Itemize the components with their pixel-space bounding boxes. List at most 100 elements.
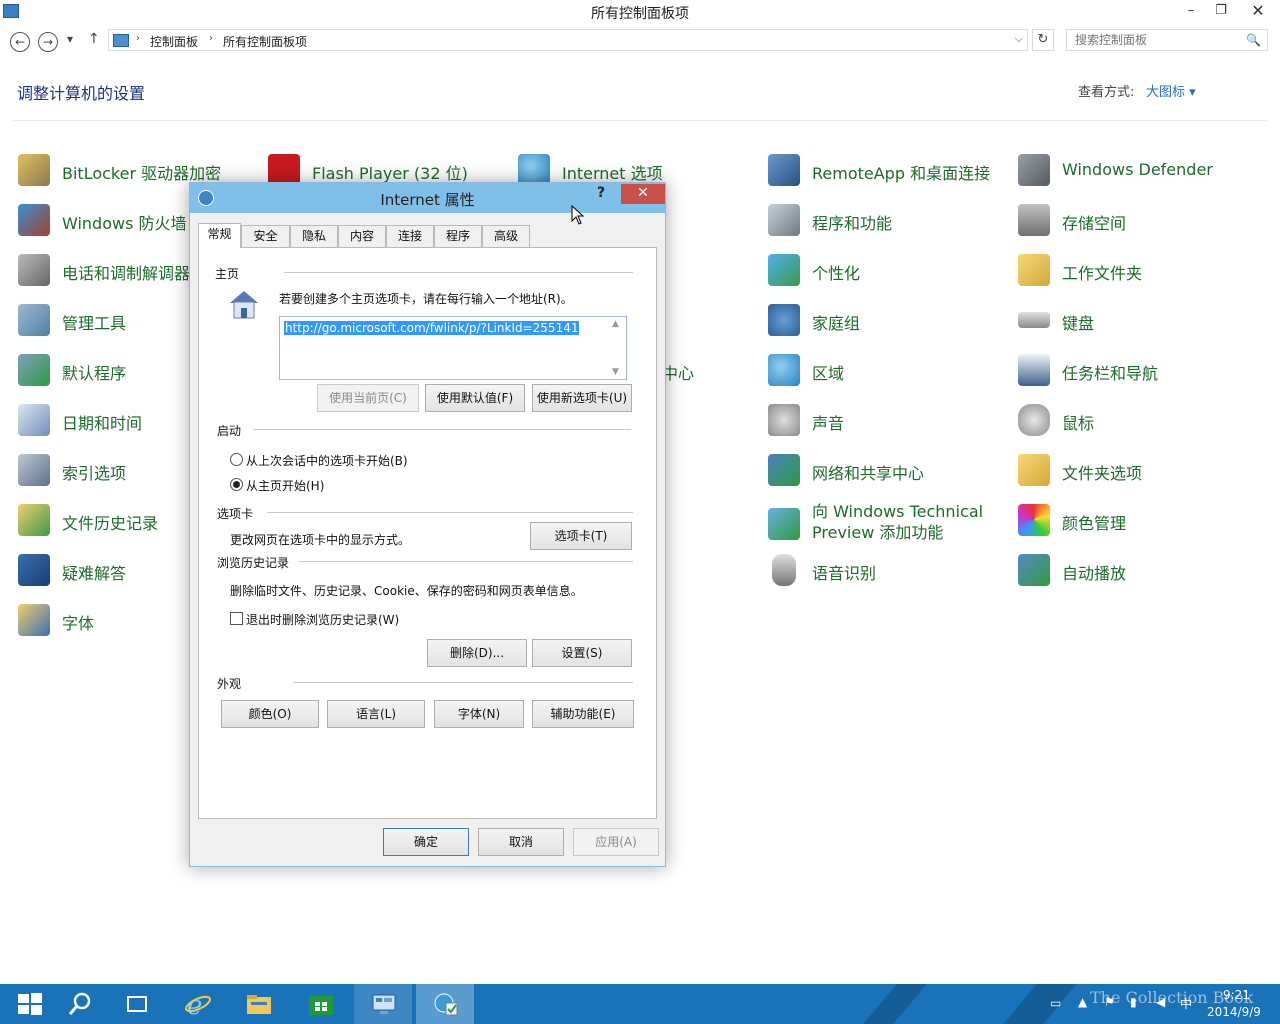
refresh-button[interactable]: ↻ xyxy=(1032,29,1054,51)
tab-connections[interactable]: 连接 xyxy=(386,225,434,247)
cp-item-file-history[interactable]: 文件历史记录 xyxy=(18,502,188,542)
cp-item-color-management[interactable]: 颜色管理 xyxy=(1018,502,1258,542)
address-dropdown-icon[interactable]: ⌵ xyxy=(1015,32,1023,46)
show-hidden-icons-icon[interactable]: ▲ xyxy=(1078,995,1087,1009)
cp-item-date-time[interactable]: 日期和时间 xyxy=(18,402,188,442)
fonts-button[interactable]: 字体(N) xyxy=(434,700,524,728)
minimize-button[interactable]: – xyxy=(1176,0,1206,22)
help-icon[interactable]: ? xyxy=(597,185,605,201)
cp-item-troubleshoot[interactable]: 疑难解答 xyxy=(18,552,188,592)
use-current-button[interactable]: 使用当前页(C) xyxy=(317,384,419,412)
colors-button[interactable]: 颜色(O) xyxy=(221,700,319,728)
internet-explorer-icon: e xyxy=(185,992,211,1016)
breadcrumb-separator[interactable]: › xyxy=(136,33,140,44)
tab-general[interactable]: 常规 xyxy=(198,223,241,248)
cp-item-programs-features[interactable]: 程序和功能 xyxy=(768,202,1008,242)
accessibility-button[interactable]: 辅助功能(E) xyxy=(532,700,634,728)
dialog-close-button[interactable]: ✕ xyxy=(621,184,665,204)
cp-item-defender[interactable]: Windows Defender xyxy=(1018,152,1258,192)
search-icon[interactable]: 🔍 xyxy=(1246,33,1261,47)
search-input[interactable] xyxy=(1075,30,1245,50)
taskbar-internet-explorer[interactable]: e xyxy=(168,984,226,1024)
taskbar-search-button[interactable] xyxy=(50,984,108,1024)
cp-item-firewall[interactable]: Windows 防火墙 xyxy=(18,202,188,242)
use-new-tab-button[interactable]: 使用新选项卡(U) xyxy=(532,384,632,412)
taskbar-control-panel[interactable] xyxy=(354,984,412,1024)
tab-security[interactable]: 安全 xyxy=(241,225,290,247)
use-default-button[interactable]: 使用默认值(F) xyxy=(425,384,525,412)
cp-item-label: 文件夹选项 xyxy=(1062,464,1143,483)
home-icon xyxy=(230,291,258,319)
breadcrumb-separator[interactable]: › xyxy=(209,33,213,44)
scroll-down-icon[interactable]: ▼ xyxy=(612,367,619,377)
delete-history-button[interactable]: 删除(D)... xyxy=(427,639,527,667)
tab-programs[interactable]: 程序 xyxy=(434,225,482,247)
cp-item-admin-tools[interactable]: 管理工具 xyxy=(18,302,188,342)
tab-privacy[interactable]: 隐私 xyxy=(290,225,338,247)
cp-item-fonts[interactable]: 字体 xyxy=(18,602,188,642)
home-page-textarea[interactable]: http://go.microsoft.com/fwlink/p/?LinkId… xyxy=(279,316,627,380)
recent-locations-icon[interactable]: ▾ xyxy=(67,32,73,46)
delete-history-on-exit-checkbox[interactable] xyxy=(230,612,243,625)
tabs-settings-button[interactable]: 选项卡(T) xyxy=(530,522,632,550)
scroll-up-icon[interactable]: ▲ xyxy=(612,319,619,329)
taskbar-store[interactable] xyxy=(291,984,349,1024)
task-view-button[interactable] xyxy=(108,984,166,1024)
delete-history-on-exit-label[interactable]: 退出时删除浏览历史记录(W) xyxy=(246,611,399,628)
startup-last-session-label[interactable]: 从上次会话中的选项卡开始(B) xyxy=(246,452,408,469)
cp-item-personalization[interactable]: 个性化 xyxy=(768,252,1008,292)
group-divider xyxy=(299,561,633,562)
startup-home-page-radio[interactable] xyxy=(230,478,243,491)
cancel-button[interactable]: 取消 xyxy=(478,828,564,856)
clock-date[interactable]: 2014/9/9 xyxy=(1207,1005,1261,1019)
cp-item-taskbar-nav[interactable]: 任务栏和导航 xyxy=(1018,352,1258,392)
cp-item-network-sharing[interactable]: 网络和共享中心 xyxy=(768,452,1008,492)
cp-item-add-features[interactable]: 向 Windows Technical Preview 添加功能 xyxy=(768,502,1008,546)
cp-item-homegroup[interactable]: 家庭组 xyxy=(768,302,1008,342)
apply-button[interactable]: 应用(A) xyxy=(573,828,659,856)
forward-icon[interactable]: → xyxy=(38,32,58,52)
cp-item-indexing[interactable]: 索引选项 xyxy=(18,452,188,492)
tab-content[interactable]: 内容 xyxy=(338,225,386,247)
cp-item-keyboard[interactable]: 键盘 xyxy=(1018,302,1258,342)
search-box[interactable]: 🔍 xyxy=(1066,29,1268,51)
cp-item-folder-options[interactable]: 文件夹选项 xyxy=(1018,452,1258,492)
dialog-titlebar[interactable]: Internet 属性 ? ✕ xyxy=(190,183,665,213)
cp-item-mouse[interactable]: 鼠标 xyxy=(1018,402,1258,442)
cp-item-region[interactable]: 区域 xyxy=(768,352,1008,392)
speaker-icon xyxy=(768,404,800,436)
back-icon[interactable]: ← xyxy=(10,32,30,52)
tab-advanced[interactable]: 高级 xyxy=(482,225,530,247)
taskbar-internet-options[interactable] xyxy=(416,984,474,1024)
cp-item-work-folders[interactable]: 工作文件夹 xyxy=(1018,252,1258,292)
cp-item-phone-modem[interactable]: 电话和调制解调器 xyxy=(18,252,191,292)
restore-button[interactable]: ❐ xyxy=(1206,0,1236,22)
address-bar[interactable]: › 控制面板 › 所有控制面板项 ⌵ xyxy=(108,29,1028,51)
cp-item-speech[interactable]: 语音识别 xyxy=(768,552,1008,592)
cp-item-remoteapp[interactable]: RemoteApp 和桌面连接 xyxy=(768,152,1008,192)
group-divider xyxy=(293,682,633,683)
search-icon xyxy=(68,992,91,1015)
taskbar-file-explorer[interactable] xyxy=(229,984,287,1024)
up-icon[interactable]: ↑ xyxy=(88,31,100,47)
startup-last-session-radio[interactable] xyxy=(230,453,243,466)
cp-item-autoplay[interactable]: 自动播放 xyxy=(1018,552,1258,592)
cp-item-storage-spaces[interactable]: 存储空间 xyxy=(1018,202,1258,242)
cp-item-label: 电话和调制解调器 xyxy=(62,264,191,283)
folder-icon xyxy=(1018,254,1050,286)
breadcrumb-control-panel[interactable]: 控制面板 xyxy=(150,33,198,50)
action-center-icon[interactable]: ▭ xyxy=(1050,996,1061,1010)
home-page-url[interactable]: http://go.microsoft.com/fwlink/p/?LinkId… xyxy=(284,321,580,335)
ok-button[interactable]: 确定 xyxy=(383,828,469,856)
cp-item-sound[interactable]: 声音 xyxy=(768,402,1008,442)
startup-home-page-label[interactable]: 从主页开始(H) xyxy=(246,477,324,494)
close-button[interactable]: ✕ xyxy=(1236,0,1280,22)
languages-button[interactable]: 语言(L) xyxy=(327,700,425,728)
keyboard-icon xyxy=(1018,312,1050,328)
history-settings-button[interactable]: 设置(S) xyxy=(532,639,632,667)
view-by-dropdown[interactable]: 大图标 ▾ xyxy=(1146,81,1196,100)
breadcrumb-all-items[interactable]: 所有控制面板项 xyxy=(223,33,307,50)
cp-item-default-programs[interactable]: 默认程序 xyxy=(18,352,188,392)
textarea-scrollbar[interactable]: ▲ ▼ xyxy=(609,317,626,379)
cp-item-label: 索引选项 xyxy=(62,464,127,483)
